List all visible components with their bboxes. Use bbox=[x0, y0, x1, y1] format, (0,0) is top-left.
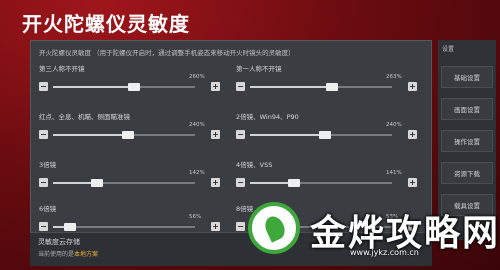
decrease-button[interactable]: − bbox=[236, 178, 245, 187]
slider-percent: 141% bbox=[386, 170, 402, 176]
sidebar-top-label: 设置 bbox=[442, 46, 455, 53]
sidebar-item[interactable]: 操作设置 bbox=[441, 130, 493, 152]
slider-percent: 142% bbox=[189, 170, 205, 176]
sensitivity-slider-group: 第一人称不开镜 263% − + bbox=[236, 63, 426, 103]
increase-button[interactable]: + bbox=[408, 82, 417, 91]
increase-button[interactable]: + bbox=[408, 130, 417, 139]
cloud-storage-scheme-link[interactable]: 本地方案 bbox=[74, 251, 98, 258]
slider-handle[interactable] bbox=[64, 223, 77, 231]
slider-handle[interactable] bbox=[288, 179, 301, 187]
slider-percent: 260% bbox=[189, 74, 205, 80]
page-title: 开火陀螺仪灵敏度 bbox=[22, 12, 190, 36]
slider-handle[interactable] bbox=[91, 179, 104, 187]
slider-label: 红点、全息、机瞄、侧面瞄准镜 bbox=[39, 113, 130, 121]
slider-track[interactable] bbox=[53, 131, 195, 139]
decrease-button[interactable]: − bbox=[39, 82, 48, 91]
slider-track[interactable] bbox=[53, 83, 195, 91]
decrease-button[interactable]: − bbox=[236, 82, 245, 91]
slider-label: 第三人称不开镜 bbox=[39, 65, 85, 73]
slider-fill bbox=[53, 86, 134, 88]
slider-label: 第一人称不开镜 bbox=[236, 65, 282, 73]
slider-fill bbox=[250, 86, 333, 88]
cloud-storage-status: 当前使用的是本地方案 bbox=[38, 249, 98, 258]
slider-label: 2倍镜、Win94、P90 bbox=[236, 113, 299, 121]
slider-label: 4倍镜、VSS bbox=[236, 161, 273, 169]
watermark-logo-icon bbox=[248, 202, 300, 254]
slider-percent: 56% bbox=[189, 214, 202, 220]
sensitivity-slider-group: 第三人称不开镜 260% − + bbox=[39, 63, 229, 103]
slider-fill bbox=[53, 134, 129, 136]
decrease-button[interactable]: − bbox=[39, 130, 48, 139]
slider-track[interactable] bbox=[53, 179, 195, 187]
cloud-storage-title: 灵敏度云存储 bbox=[38, 238, 80, 246]
decrease-button[interactable]: − bbox=[39, 222, 48, 231]
slider-percent: 240% bbox=[386, 122, 402, 128]
slider-handle[interactable] bbox=[122, 131, 135, 139]
watermark-url: www.jykz.com.cn bbox=[350, 248, 419, 257]
increase-button[interactable]: + bbox=[408, 178, 417, 187]
increase-button[interactable]: + bbox=[211, 178, 220, 187]
slider-track[interactable] bbox=[250, 83, 392, 91]
sensitivity-slider-group: 2倍镜、Win94、P90 240% − + bbox=[236, 111, 426, 151]
decrease-button[interactable]: − bbox=[236, 130, 245, 139]
slider-percent: 240% bbox=[189, 122, 205, 128]
increase-button[interactable]: + bbox=[211, 82, 220, 91]
slider-track[interactable] bbox=[250, 179, 392, 187]
slider-track[interactable] bbox=[250, 131, 392, 139]
cloud-storage-status-label: 当前使用的是 bbox=[38, 251, 75, 258]
slider-handle[interactable] bbox=[319, 131, 332, 139]
increase-button[interactable]: + bbox=[211, 130, 220, 139]
sensitivity-slider-group: 红点、全息、机瞄、侧面瞄准镜 240% − + bbox=[39, 111, 229, 151]
slider-track[interactable] bbox=[53, 223, 195, 231]
slider-label: 3倍镜 bbox=[39, 161, 57, 169]
watermark: 金烨攻略网 www.jykz.com.cn bbox=[240, 192, 500, 270]
sidebar-item[interactable]: 画面设置 bbox=[441, 98, 493, 120]
decrease-button[interactable]: − bbox=[39, 178, 48, 187]
increase-button[interactable]: + bbox=[211, 222, 220, 231]
sidebar-item[interactable]: 基础设置 bbox=[441, 66, 493, 88]
sensitivity-slider-group: 3倍镜 142% − + bbox=[39, 159, 229, 199]
slider-percent: 263% bbox=[386, 74, 402, 80]
slider-label: 6倍镜 bbox=[39, 205, 57, 213]
description-text: 开火陀螺仪灵敏度 （用于陀螺仪开启时，通过调整手机姿态来移动开火时镜头的灵敏度） bbox=[39, 49, 295, 57]
slider-fill bbox=[250, 134, 326, 136]
slider-handle[interactable] bbox=[326, 83, 339, 91]
sidebar-item[interactable]: 资源下载 bbox=[441, 162, 493, 184]
slider-handle[interactable] bbox=[127, 83, 140, 91]
